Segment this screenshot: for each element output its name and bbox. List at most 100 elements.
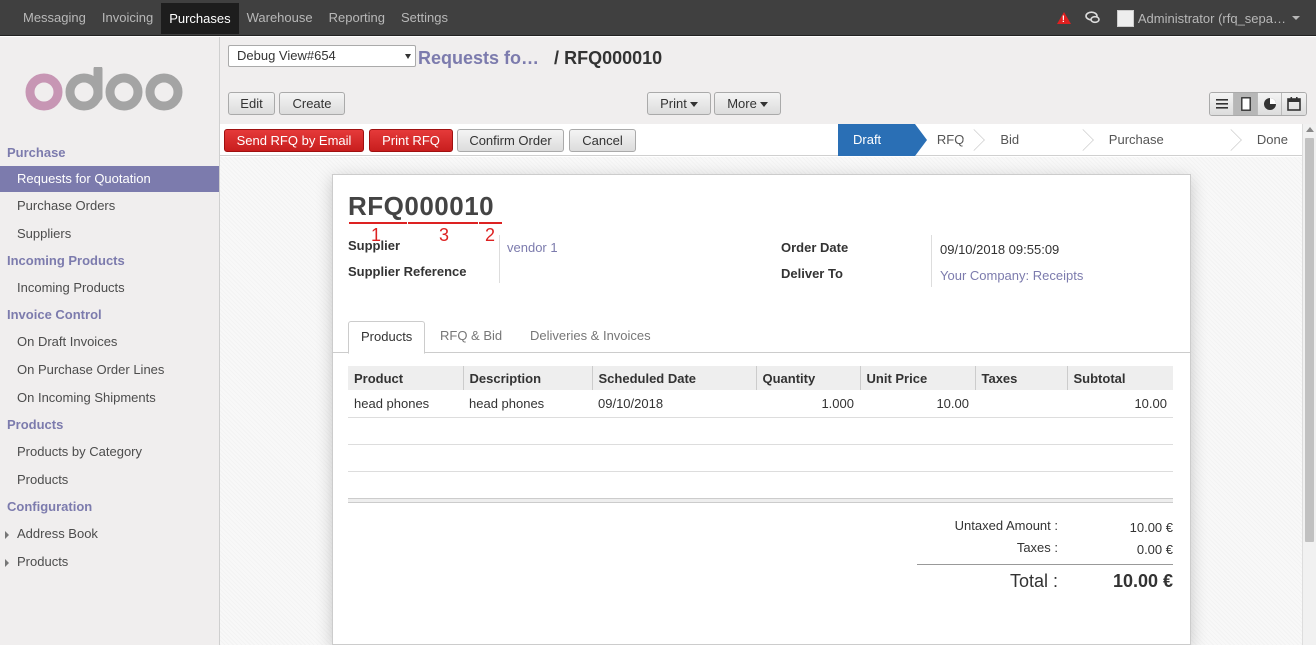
untaxed-amount-value: 10.00 €	[1129, 520, 1173, 535]
sidebar: Purchase Requests for Quotation Purchase…	[0, 37, 220, 645]
column-header[interactable]: Product	[348, 366, 463, 390]
total-value: 10.00 €	[1112, 571, 1173, 591]
sidebar-item-on-incoming-shipments[interactable]: On Incoming Shipments	[0, 384, 219, 412]
form-view-icon[interactable]	[1234, 93, 1258, 115]
scroll-up-icon[interactable]	[1306, 127, 1314, 132]
menu-messaging[interactable]: Messaging	[15, 0, 94, 36]
alert-icon[interactable]	[1056, 12, 1071, 24]
stage-label: RFQ	[936, 132, 965, 147]
expand-arrow-icon[interactable]	[5, 559, 9, 567]
taxes-value: 0.00 €	[1136, 542, 1173, 557]
sidebar-nav: Purchase Requests for Quotation Purchase…	[0, 140, 219, 576]
supplier-reference-field[interactable]	[507, 264, 767, 280]
create-button[interactable]: Create	[279, 92, 345, 115]
chevron-down-icon[interactable]	[1292, 16, 1300, 20]
debug-view-value: Debug View#654	[237, 48, 336, 63]
send-rfq-by-email-button[interactable]: Send RFQ by Email	[224, 129, 364, 152]
table-row-empty[interactable]	[348, 444, 1173, 472]
avatar[interactable]	[1116, 9, 1134, 27]
cell-quantity: 1.000	[756, 390, 860, 418]
chat-icon[interactable]	[1085, 10, 1101, 26]
table-row-empty[interactable]	[348, 417, 1173, 445]
supplier-reference-label: Supplier Reference	[348, 264, 467, 279]
control-panel: Debug View#654 Requests fo… / RFQ000010 …	[220, 37, 1316, 124]
field-divider	[931, 235, 932, 287]
total-label: Total :	[1009, 571, 1058, 591]
breadcrumb-parent-link[interactable]: Requests fo…	[418, 48, 539, 68]
column-header[interactable]: Taxes	[974, 366, 1067, 390]
field-divider	[499, 235, 500, 283]
deliver-to-field[interactable]: Your Company: Receipts	[940, 268, 1083, 283]
form-statusbar: Send RFQ by Email Print RFQ Confirm Orde…	[220, 124, 1302, 179]
column-header[interactable]: Description	[462, 366, 592, 390]
annotation-number: 3	[439, 225, 450, 245]
calendar-view-icon[interactable]	[1282, 93, 1306, 115]
menu-reporting[interactable]: Reporting	[321, 0, 393, 36]
cancel-button[interactable]: Cancel	[569, 129, 636, 152]
order-date-label: Order Date	[781, 240, 849, 255]
sidebar-item-requests-for-quotation[interactable]: Requests for Quotation	[0, 166, 219, 192]
cell-taxes	[975, 390, 1067, 418]
form-sheet: RFQ000010 1 3 2 Supplier vendor 1 Suppli…	[332, 174, 1191, 645]
menu-purchases[interactable]: Purchases	[161, 3, 239, 34]
scrollbar-thumb[interactable]	[1305, 138, 1314, 542]
user-name[interactable]: Administrator (rfq_sepa…	[1138, 11, 1286, 26]
sidebar-item-incoming-products[interactable]: Incoming Products	[0, 274, 219, 302]
supplier-label: Supplier	[348, 238, 401, 253]
sidebar-item-purchase-orders[interactable]: Purchase Orders	[0, 192, 219, 220]
tab-deliveries-and-invoices[interactable]: Deliveries & Invoices	[518, 321, 663, 353]
sidebar-item-address-book[interactable]: Address Book	[0, 520, 219, 548]
column-header[interactable]: Scheduled Date	[591, 366, 756, 390]
expand-arrow-icon[interactable]	[5, 531, 9, 539]
stage-draft-po[interactable]: Draft PO	[838, 124, 927, 179]
top-menu: Messaging Invoicing Purchases Warehouse …	[15, 0, 456, 36]
annotation-number: 2	[485, 225, 496, 245]
deliver-to-label: Deliver To	[781, 266, 843, 281]
sidebar-section-invoice-control: Invoice Control	[7, 307, 102, 322]
confirm-order-button[interactable]: Confirm Order	[457, 129, 564, 152]
record-name: RFQ000010	[348, 191, 495, 221]
column-header[interactable]: Quantity	[755, 366, 860, 390]
chevron-down-icon	[405, 54, 411, 59]
annotation-underline	[349, 222, 407, 224]
cell-scheduled-date: 09/10/2018	[592, 390, 756, 418]
print-rfq-button[interactable]: Print RFQ	[369, 129, 453, 152]
taxes-label: Taxes :	[1016, 540, 1058, 555]
debug-view-select[interactable]: Debug View#654	[228, 45, 416, 67]
column-header[interactable]: Subtotal	[1066, 366, 1173, 390]
annotation-underline	[479, 222, 502, 224]
menu-warehouse[interactable]: Warehouse	[239, 0, 321, 36]
user-area: Administrator (rfq_sepa…	[1056, 0, 1316, 36]
menu-settings[interactable]: Settings	[393, 0, 456, 36]
list-view-icon[interactable]	[1210, 93, 1234, 115]
sidebar-item-suppliers[interactable]: Suppliers	[0, 220, 219, 248]
graph-view-icon[interactable]	[1258, 93, 1282, 115]
sidebar-item-products[interactable]: Products	[0, 466, 219, 494]
view-switcher	[1209, 92, 1307, 116]
sidebar-item-config-products[interactable]: Products	[0, 548, 219, 576]
scrollbar[interactable]	[1302, 124, 1316, 645]
table-row[interactable]: head phones head phones 09/10/2018 1.000…	[348, 390, 1173, 418]
column-header[interactable]: Unit Price	[859, 366, 975, 390]
sidebar-item-on-purchase-order-lines[interactable]: On Purchase Order Lines	[0, 356, 219, 384]
more-button[interactable]: More	[714, 92, 781, 115]
breadcrumb-current: RFQ000010	[564, 48, 663, 68]
tab-products[interactable]: Products	[348, 321, 426, 354]
sidebar-item-products-by-category[interactable]: Products by Category	[0, 438, 219, 466]
edit-button[interactable]: Edit	[228, 92, 275, 115]
supplier-field[interactable]: vendor 1	[507, 240, 558, 255]
stage-bid-received[interactable]: Bid Received	[978, 124, 1094, 179]
untaxed-amount-label: Untaxed Amount :	[954, 518, 1058, 533]
sidebar-section-configuration: Configuration	[7, 499, 93, 514]
stage-done[interactable]: Done	[1235, 124, 1302, 156]
sidebar-item-on-draft-invoices[interactable]: On Draft Invoices	[0, 328, 219, 356]
sidebar-section-incoming-products: Incoming Products	[7, 253, 125, 268]
tab-rfq-and-bid[interactable]: RFQ & Bid	[428, 321, 514, 353]
totals-divider	[917, 564, 1173, 565]
print-button[interactable]: Print	[647, 92, 711, 115]
order-date-field[interactable]: 09/10/2018 09:55:09	[940, 242, 1059, 257]
odoo-logo	[25, 67, 183, 111]
stage-purchase-confirmed[interactable]: Purchase Confirmed	[1087, 124, 1242, 179]
table-header: Product Description Scheduled Date Quant…	[348, 366, 1173, 390]
menu-invoicing[interactable]: Invoicing	[94, 0, 161, 36]
